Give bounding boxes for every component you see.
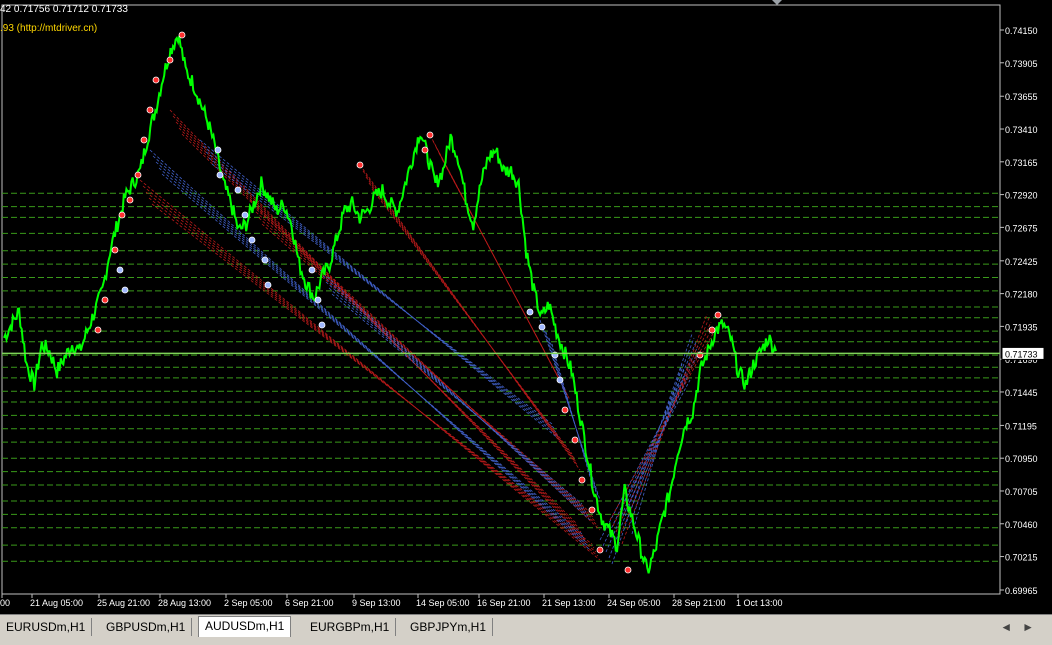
sell-signal-arrow-icon	[314, 296, 322, 304]
sell-signal-arrow-icon	[261, 256, 269, 264]
ohlc-readout: 42 0.71756 0.71712 0.71733	[0, 4, 128, 15]
y-tick-label: 0.73410	[1005, 125, 1038, 135]
y-tick-label: 0.69965	[1005, 586, 1038, 596]
trendline	[139, 179, 601, 561]
trendline	[325, 281, 587, 513]
tab-gbpjpym-h1[interactable]: GBPJPYm,H1	[404, 618, 494, 636]
tab-gbpusdm-h1[interactable]: GBPUSDm,H1	[100, 618, 193, 636]
buy-signal-arrow-icon	[111, 246, 119, 254]
sell-signal-arrow-icon	[248, 236, 256, 244]
tab-audusdm-h1[interactable]: AUDUSDm,H1	[198, 616, 292, 637]
x-tick-label: 14 Sep 05:00	[416, 598, 470, 608]
buy-signal-arrow-icon	[134, 171, 142, 179]
scroll-left-icon[interactable]: ◄	[1000, 620, 1022, 634]
buy-signal-arrow-icon	[146, 106, 154, 114]
sell-signal-arrow-icon	[264, 281, 272, 289]
y-tick-label: 0.72675	[1005, 223, 1038, 233]
trendline	[199, 139, 561, 441]
trendline	[551, 343, 593, 485]
sell-signal-arrow-icon	[241, 211, 249, 219]
trendline	[142, 185, 599, 557]
sell-signal-arrow-icon	[538, 323, 546, 331]
buy-signal-arrow-icon	[578, 476, 586, 484]
y-tick-label: 0.70215	[1005, 553, 1038, 563]
y-tick-label: 0.72180	[1005, 290, 1038, 300]
buy-signal-arrow-icon	[571, 436, 579, 444]
x-tick-label: 24 Sep 05:00	[607, 598, 661, 608]
tab-scroll-arrows[interactable]: ◄►	[1000, 620, 1044, 634]
buy-signal-arrow-icon	[588, 506, 596, 514]
buy-signal-arrow-icon	[140, 136, 148, 144]
buy-signal-arrow-icon	[561, 406, 569, 414]
x-tick-label: 9 Sep 13:00	[352, 598, 401, 608]
buy-signal-arrow-icon	[596, 546, 604, 554]
tab-eurusdm-h1[interactable]: EURUSDm,H1	[0, 618, 93, 636]
trendline	[211, 163, 553, 425]
buy-signal-arrow-icon	[426, 131, 434, 139]
tab-eurgbpm-h1[interactable]: EURGBPm,H1	[304, 618, 397, 636]
x-tick-label: 28 Sep 21:00	[672, 598, 726, 608]
y-tick-label: 0.72425	[1005, 257, 1038, 267]
x-tick-label: 21 Aug 05:00	[30, 598, 83, 608]
buy-signal-arrow-icon	[624, 566, 632, 574]
x-tick-label: 1 Oct 13:00	[736, 598, 783, 608]
buy-signal-arrow-icon	[94, 326, 102, 334]
y-tick-label: 0.73905	[1005, 59, 1038, 69]
y-tick-label: 0.71195	[1005, 421, 1037, 431]
sell-signal-arrow-icon	[214, 146, 222, 154]
trendline	[249, 199, 601, 531]
buy-signal-arrow-icon	[178, 31, 186, 39]
sell-signal-arrow-icon	[318, 321, 326, 329]
trendline	[371, 188, 573, 455]
trendline	[602, 345, 699, 547]
chart-shift-marker-icon[interactable]	[772, 0, 782, 5]
chart-tab-bar: EURUSDm,H1 GBPUSDm,H1 AUDUSDm,H1 EURGBPm…	[0, 614, 1052, 645]
sell-signal-arrow-icon	[116, 266, 124, 274]
y-tick-label: 0.70950	[1005, 454, 1038, 464]
scroll-right-icon[interactable]: ►	[1022, 620, 1044, 634]
x-tick-label: 6 Sep 21:00	[285, 598, 334, 608]
buy-signal-arrow-icon	[101, 296, 109, 304]
y-tick-label: 0.71935	[1005, 322, 1038, 332]
sell-signal-arrow-icon	[526, 308, 534, 316]
trendline	[152, 155, 589, 547]
trendline	[328, 287, 585, 509]
x-tick-label: 21 Sep 13:00	[542, 598, 596, 608]
buy-signal-arrow-icon	[118, 211, 126, 219]
y-tick-label: 0.72920	[1005, 191, 1038, 201]
y-tick-label: 0.70460	[1005, 520, 1038, 530]
trendline	[599, 349, 701, 541]
y-tick-label: 0.73165	[1005, 158, 1038, 168]
indicator-label: .93 (http://mtdriver.cn)	[0, 23, 98, 34]
buy-signal-arrow-icon	[126, 196, 134, 204]
y-tick-label: 0.73655	[1005, 92, 1038, 102]
sell-signal-arrow-icon	[308, 266, 316, 274]
y-tick-label: 0.70705	[1005, 487, 1038, 497]
y-tick-label: 0.74150	[1005, 26, 1038, 36]
price-chart[interactable]: 0.74150 0.73905 0.73655 0.73410 0.73165 0.729…	[0, 0, 1052, 614]
price-line	[3, 35, 777, 574]
buy-signal-arrow-icon	[708, 326, 716, 334]
buy-signal-arrow-icon	[152, 76, 160, 84]
sell-signal-arrow-icon	[216, 171, 224, 179]
x-tick-label: 28 Aug 13:00	[158, 598, 211, 608]
x-tick-label: 25 Aug 21:00	[97, 598, 150, 608]
x-tick-label: 16 Sep 21:00	[477, 598, 531, 608]
buy-signal-arrow-icon	[356, 161, 364, 169]
buy-signal-arrow-icon	[714, 311, 722, 319]
trendline	[145, 191, 597, 553]
y-tick-label: 0.71445	[1005, 388, 1038, 398]
buy-signal-arrow-icon	[421, 146, 429, 154]
sell-signal-arrow-icon	[121, 286, 129, 294]
trendline	[608, 337, 695, 559]
sell-signal-arrow-icon	[556, 376, 564, 384]
plot-frame	[1, 4, 1001, 595]
current-price-label: 0.71733	[1005, 349, 1038, 359]
sell-signal-arrow-icon	[234, 186, 242, 194]
x-tick-label: 2 Sep 05:00	[224, 598, 273, 608]
chart-area[interactable]: 0.74150 0.73905 0.73655 0.73410 0.73165 0.729…	[0, 0, 1052, 614]
trendline	[258, 217, 595, 519]
x-tick-label: 00	[0, 598, 10, 608]
buy-signal-arrow-icon	[166, 56, 174, 64]
